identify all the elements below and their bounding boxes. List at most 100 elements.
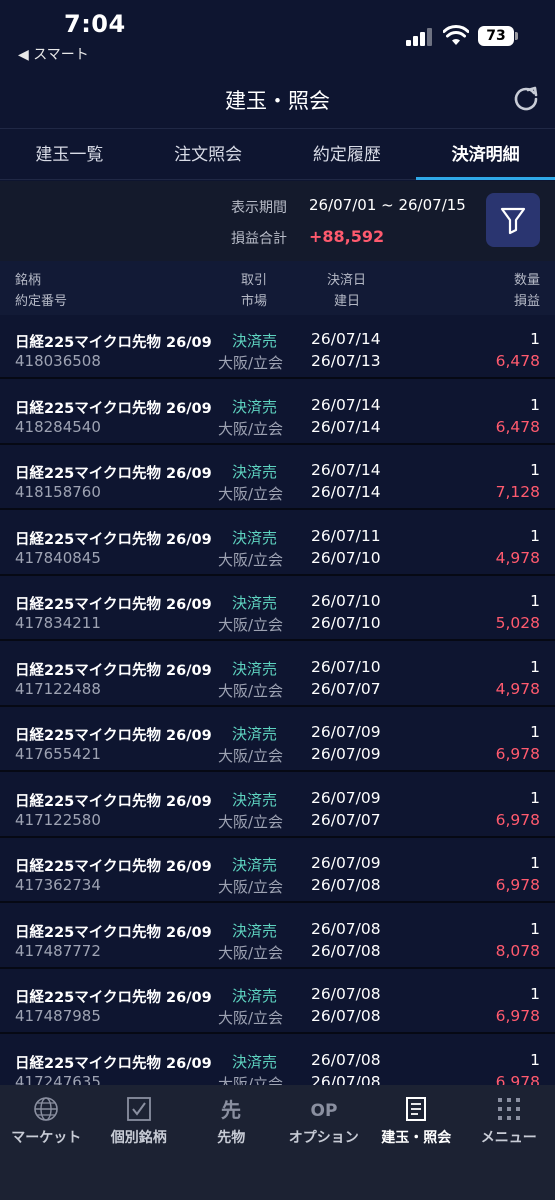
- row-build-date: 26/07/14: [311, 483, 381, 501]
- row-contract-number: 417834211: [15, 614, 101, 632]
- row-settle-date: 26/07/08: [311, 1050, 381, 1069]
- status-bar: 7:04 ◀ スマート 73: [0, 0, 555, 70]
- row-quantity: 1: [530, 1050, 540, 1069]
- nav-menu[interactable]: メニュー: [463, 1085, 555, 1200]
- table-row[interactable]: 日経225マイクロ先物 26/09 417247635 決済売 大阪/立会 26/07/…: [0, 1035, 555, 1086]
- filter-button[interactable]: [486, 193, 540, 247]
- table-row[interactable]: 日経225マイクロ先物 26/09 417362734 決済売 大阪/立会 26/07/…: [0, 839, 555, 903]
- table-row[interactable]: 日経225マイクロ先物 26/09 418284540 決済売大阪/立会 26/07/…: [0, 380, 555, 445]
- col-contract-no: 約定番号: [15, 294, 68, 309]
- row-trade-type: 決済売: [232, 856, 278, 874]
- row-contract-number: 417122580: [15, 810, 101, 829]
- document-icon: [406, 1097, 427, 1121]
- tab-orders[interactable]: 注文照会: [139, 129, 278, 179]
- row-quantity: 1: [530, 526, 540, 545]
- table-row[interactable]: 日経225マイクロ先物 26/09 417487772 決済売 大阪/立会 26/07/…: [0, 904, 555, 969]
- row-profit-loss: 6,978: [495, 1072, 540, 1086]
- row-contract-number: 417122488: [15, 679, 101, 698]
- page-title: 建玉・照会: [225, 89, 330, 113]
- row-build-date: 26/07/10: [311, 614, 381, 632]
- row-build-date: 26/07/13: [311, 352, 381, 370]
- nav-market[interactable]: マーケット: [0, 1085, 93, 1200]
- nav-futures[interactable]: 先 先物: [185, 1085, 278, 1200]
- settlement-list[interactable]: 日経225マイクロ先物 26/09 418036508 決済売 大阪/立会 26/07/…: [0, 315, 555, 1085]
- row-profit-loss: 6,478: [495, 352, 540, 370]
- row-market: 大阪/立会: [218, 354, 284, 372]
- nav-label: オプション: [288, 1130, 359, 1146]
- col-trade: 取引: [241, 273, 268, 288]
- row-quantity: 1: [530, 985, 540, 1003]
- svg-text:先: 先: [221, 1098, 241, 1122]
- row-build-date: 26/07/07: [311, 679, 381, 698]
- row-contract-number: 418284540: [15, 417, 101, 436]
- table-row[interactable]: 日経225マイクロ先物 26/09 418158760 決済売 大阪/立会 26/07/…: [0, 446, 555, 510]
- filter-icon: [500, 207, 526, 235]
- col-market: 市場: [241, 294, 268, 309]
- tab-bar: 建玉一覧 注文照会 約定履歴 決済明細: [0, 128, 555, 180]
- refresh-icon[interactable]: [512, 84, 540, 112]
- nav-stocks[interactable]: 個別銘柄: [93, 1085, 186, 1200]
- row-build-date: 26/07/07: [311, 810, 381, 829]
- row-trade-type: 決済売: [232, 725, 278, 743]
- table-row[interactable]: 日経225マイクロ先物 26/09 417122488 決済売 大阪/立会 26/07/…: [0, 642, 555, 707]
- table-row[interactable]: 日経225マイクロ先物 26/09 417487985 決済売 大阪/立会 26/07/…: [0, 970, 555, 1034]
- row-profit-loss: 8,078: [495, 941, 540, 960]
- row-trade-type: 決済売: [232, 921, 278, 940]
- summary-panel: 表示期間 26/07/01 ~ 26/07/15 損益合計 +88,592: [0, 181, 555, 261]
- row-instrument-name: 日経225マイクロ先物 26/09: [15, 597, 212, 613]
- row-trade-type: 決済売: [232, 397, 278, 416]
- table-row[interactable]: 日経225マイクロ先物 26/09 417655421 決済売 大阪/立会 26/07/…: [0, 708, 555, 772]
- row-trade-type: 決済売: [232, 463, 278, 481]
- row-instrument-name: 日経225マイクロ先物 26/09: [15, 793, 212, 810]
- nav-options[interactable]: OP オプション: [278, 1085, 371, 1200]
- nav-label: 先物: [217, 1130, 246, 1146]
- row-trade-type: 決済売: [232, 528, 278, 547]
- row-settle-date: 26/07/10: [311, 657, 381, 676]
- col-pl: 損益: [513, 294, 540, 309]
- row-trade-type: 決済売: [232, 659, 278, 678]
- row-profit-loss: 6,978: [495, 745, 540, 763]
- column-header: 銘柄 約定番号 取引 市場 決済日 建日 数量 損益: [0, 261, 555, 315]
- row-contract-number: 417487772: [15, 941, 101, 960]
- row-profit-loss: 6,978: [495, 1007, 540, 1025]
- row-instrument-name: 日経225マイクロ先物 26/09: [15, 662, 212, 679]
- row-market: 大阪/立会: [218, 616, 284, 634]
- row-market: 大阪/立会: [218, 1074, 284, 1086]
- nav-label: 個別銘柄: [110, 1130, 167, 1146]
- tab-settlements[interactable]: 決済明細: [416, 129, 555, 180]
- tab-executions[interactable]: 約定履歴: [278, 129, 417, 179]
- tab-positions[interactable]: 建玉一覧: [0, 129, 139, 179]
- col-settle-date: 決済日: [327, 273, 367, 288]
- row-settle-date: 26/07/14: [311, 330, 381, 348]
- row-market: 大阪/立会: [218, 1009, 284, 1027]
- row-profit-loss: 6,978: [495, 876, 540, 894]
- row-profit-loss: 6,978: [495, 810, 540, 829]
- row-instrument-name: 日経225マイクロ先物 26/09: [15, 990, 212, 1006]
- row-market: 大阪/立会: [218, 419, 284, 438]
- battery-indicator: 73: [478, 26, 514, 46]
- row-market: 大阪/立会: [218, 485, 284, 503]
- wifi-icon: [443, 25, 469, 45]
- row-quantity: 1: [530, 854, 540, 872]
- option-icon: OP: [310, 1101, 337, 1121]
- row-settle-date: 26/07/14: [311, 395, 381, 414]
- row-profit-loss: 4,978: [495, 548, 540, 567]
- row-settle-date: 26/07/09: [311, 854, 381, 872]
- table-row[interactable]: 日経225マイクロ先物 26/09 418036508 決済売 大阪/立会 26/07/…: [0, 315, 555, 379]
- row-instrument-name: 日経225マイクロ先物 26/09: [15, 400, 212, 417]
- futures-icon: 先: [221, 1098, 241, 1122]
- table-row[interactable]: 日経225マイクロ先物 26/09 417840845 決済売 大阪/立会 26/07/…: [0, 511, 555, 576]
- row-market: 大阪/立会: [218, 812, 284, 831]
- globe-icon: [34, 1097, 59, 1121]
- row-quantity: 1: [530, 657, 540, 676]
- row-profit-loss: 6,478: [495, 417, 540, 436]
- nav-positions[interactable]: 建玉・照会: [370, 1085, 463, 1200]
- row-build-date: 26/07/08: [311, 876, 381, 894]
- table-row[interactable]: 日経225マイクロ先物 26/09 417122580 決済売 大阪/立会 26/07/…: [0, 773, 555, 838]
- row-instrument-name: 日経225マイクロ先物 26/09: [15, 728, 212, 744]
- grid-icon: [497, 1098, 520, 1120]
- back-to-app-link[interactable]: ◀ スマート: [18, 44, 89, 64]
- row-profit-loss: 4,978: [495, 679, 540, 698]
- table-row[interactable]: 日経225マイクロ先物 26/09 417834211 決済売 大阪/立会 26/07/…: [0, 577, 555, 641]
- row-build-date: 26/07/14: [311, 417, 381, 436]
